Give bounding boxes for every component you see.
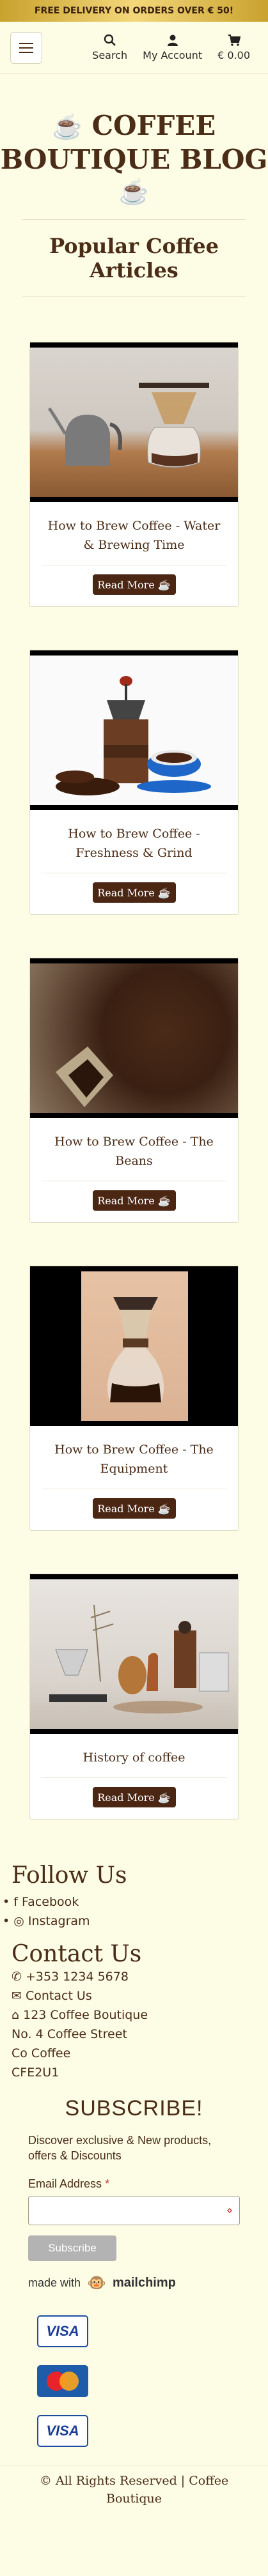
facebook-link[interactable]: • f Facebook xyxy=(3,1892,268,1912)
copyright-text: © All Rights Reserved | Coffee Boutique xyxy=(39,2474,229,2506)
nav-cart[interactable]: € 0.00 xyxy=(210,34,258,61)
article-image-chemex[interactable] xyxy=(30,1266,238,1426)
articles-list: How to Brew Coffee - Water & Brewing Tim… xyxy=(0,342,268,1820)
email-label-text: Email Address xyxy=(28,2177,102,2190)
instagram-link[interactable]: • ◎ Instagram xyxy=(3,1912,268,1931)
nav-account[interactable]: My Account xyxy=(135,34,210,61)
read-more-button[interactable]: Read More ☕ xyxy=(92,574,176,595)
subscribe-button[interactable]: Subscribe xyxy=(28,2235,116,2261)
instagram-label: Instagram xyxy=(28,1914,90,1928)
article-image-history[interactable] xyxy=(30,1574,238,1734)
cart-icon xyxy=(228,34,240,46)
read-more-label: Read More xyxy=(97,886,155,899)
search-icon xyxy=(104,34,116,46)
phone-text: +353 1234 5678 xyxy=(25,1970,129,1984)
password-manager-icon[interactable]: ⋄ xyxy=(226,2204,233,2217)
menu-toggle-button[interactable] xyxy=(10,31,42,64)
contact-address-2: No. 4 Coffee Street xyxy=(12,2027,127,2041)
coffee-cup-icon: ☕ xyxy=(157,1502,171,1515)
read-more-label: Read More xyxy=(97,578,155,591)
footer: © All Rights Reserved | Coffee Boutique xyxy=(0,2465,268,2533)
blog-title: ☕ COFFEE BOUTIQUE BLOG xyxy=(0,109,268,176)
coffee-cup-icon: ☕ xyxy=(157,578,171,591)
email-text: Contact Us xyxy=(25,1989,92,2003)
read-more-label: Read More xyxy=(97,1502,155,1515)
navbar: Search My Account € 0.00 xyxy=(0,22,268,74)
section-heading: Popular Coffee Articles xyxy=(22,219,246,297)
promo-text: FREE DELIVERY ON ORDERS OVER € 50! xyxy=(34,6,234,16)
promo-banner: FREE DELIVERY ON ORDERS OVER € 50! xyxy=(0,0,268,22)
coffee-cup-icon: ☕ xyxy=(157,1791,171,1804)
address-line: 123 Coffee Boutique xyxy=(23,2008,148,2022)
article-card: History of coffee Read More ☕ xyxy=(29,1574,239,1820)
follow-heading: Follow Us xyxy=(12,1862,127,1889)
hamburger-line xyxy=(19,47,33,49)
visa-label: VISA xyxy=(46,2423,79,2439)
read-more-button[interactable]: Read More ☕ xyxy=(92,1190,176,1211)
hamburger-line xyxy=(19,51,33,53)
nav-search-label: Search xyxy=(92,49,128,61)
visa-card-icon: VISA xyxy=(37,2415,88,2447)
home-icon: ⌂ xyxy=(12,2008,20,2022)
facebook-label: Facebook xyxy=(22,1895,79,1909)
read-more-button[interactable]: Read More ☕ xyxy=(92,882,176,903)
read-more-label: Read More xyxy=(97,1791,155,1804)
contact-heading: Contact Us xyxy=(12,1941,142,1967)
required-asterisk: * xyxy=(105,2177,110,2190)
contact-email[interactable]: ✉ Contact Us xyxy=(0,1986,268,2005)
read-more-button[interactable]: Read More ☕ xyxy=(92,1498,176,1519)
coffee-cup-icon: ☕ xyxy=(157,1194,171,1207)
article-image-beans[interactable] xyxy=(30,958,238,1118)
hamburger-icon xyxy=(19,42,33,44)
user-icon xyxy=(167,34,178,46)
contact-phone[interactable]: ✆ +353 1234 5678 xyxy=(0,1967,268,1986)
article-card: How to Brew Coffee - The Equipment Read … xyxy=(29,1266,239,1531)
instagram-icon: ◎ xyxy=(13,1914,24,1928)
article-title[interactable]: How to Brew Coffee - Freshness & Grind xyxy=(30,810,238,873)
mailchimp-brand: mailchimp xyxy=(112,2276,176,2290)
article-image-kettle-pourover[interactable] xyxy=(30,342,238,502)
mailchimp-badge[interactable]: made with 🐵 mailchimp xyxy=(28,2274,240,2292)
subscribe-heading: SUBSCRIBE! xyxy=(65,2096,203,2120)
envelope-icon: ✉ xyxy=(12,1989,22,2003)
read-more-button[interactable]: Read More ☕ xyxy=(92,1787,176,1807)
email-label: Email Address * xyxy=(28,2177,240,2191)
article-image-grinder[interactable] xyxy=(30,650,238,810)
phone-icon: ✆ xyxy=(12,1970,22,1984)
contact-address-4: CFE2U1 xyxy=(12,2066,59,2080)
contact-section: Contact Us ✆ +353 1234 5678 ✉ Contact Us… xyxy=(0,1941,268,2082)
coffee-cup-icon: ☕ xyxy=(118,178,150,206)
email-field[interactable]: ⋄ xyxy=(28,2196,240,2225)
subscribe-form: SUBSCRIBE! Discover exclusive & New prod… xyxy=(0,2096,268,2292)
visa-label: VISA xyxy=(46,2323,79,2339)
article-title[interactable]: How to Brew Coffee - The Beans xyxy=(30,1118,238,1181)
mailchimp-logo-icon: 🐵 xyxy=(87,2274,106,2292)
article-title[interactable]: How to Brew Coffee - Water & Brewing Tim… xyxy=(30,502,238,565)
article-card: How to Brew Coffee - Water & Brewing Tim… xyxy=(29,342,239,607)
nav-cart-total: € 0.00 xyxy=(217,49,250,61)
nav-account-label: My Account xyxy=(143,49,203,61)
nav-search[interactable]: Search xyxy=(84,34,135,61)
blog-title-text: COFFEE BOUTIQUE BLOG xyxy=(0,110,268,175)
coffee-cup-icon: ☕ xyxy=(157,886,171,899)
contact-address-1: ⌂ 123 Coffee Boutique xyxy=(0,2005,268,2025)
coffee-cup-icon: ☕ xyxy=(52,112,83,141)
payment-methods: VISA VISA xyxy=(0,2315,268,2447)
mastercard-icon xyxy=(37,2365,88,2397)
visa-card-icon: VISA xyxy=(37,2315,88,2347)
follow-section: Follow Us • f Facebook • ◎ Instagram xyxy=(0,1862,268,1931)
article-card: How to Brew Coffee - The Beans Read More… xyxy=(29,958,239,1223)
made-with-text: made with xyxy=(28,2276,81,2289)
contact-address-3: Co Coffee xyxy=(12,2046,71,2060)
facebook-icon: f xyxy=(13,1895,18,1909)
article-title[interactable]: History of coffee xyxy=(30,1734,238,1777)
article-title[interactable]: How to Brew Coffee - The Equipment xyxy=(30,1426,238,1489)
article-card: How to Brew Coffee - Freshness & Grind R… xyxy=(29,650,239,915)
read-more-label: Read More xyxy=(97,1194,155,1207)
divider xyxy=(42,1777,226,1778)
subscribe-description: Discover exclusive & New products, offer… xyxy=(28,2134,212,2162)
